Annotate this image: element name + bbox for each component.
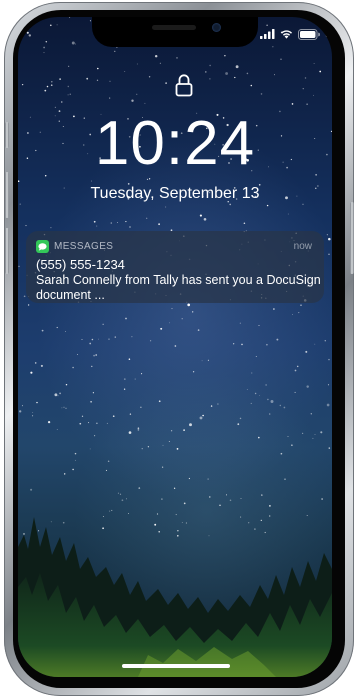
- notification-timestamp: now: [293, 241, 312, 252]
- wifi-icon: [281, 30, 292, 39]
- silent-switch: [5, 122, 9, 148]
- message-notification[interactable]: MESSAGES now (555) 555-1234 Sarah Connel…: [26, 231, 324, 303]
- message-bubble-icon: [36, 240, 49, 253]
- notification-message: Sarah Connelly from Tally has sent you a…: [36, 273, 321, 302]
- volume-down-button: [5, 228, 9, 274]
- battery-icon: [298, 28, 320, 40]
- forest-silhouette: [18, 517, 332, 677]
- lock-icon: [175, 74, 193, 97]
- signal-icon: [260, 29, 275, 39]
- status-bar: [260, 27, 320, 41]
- earpiece-speaker: [152, 25, 196, 30]
- power-button: [350, 202, 354, 274]
- volume-up-button: [5, 172, 9, 218]
- camera-notch: [92, 17, 258, 47]
- home-indicator[interactable]: [122, 664, 230, 668]
- lock-screen[interactable]: 10:24 Tuesday, September 13 MESSAGES now…: [18, 17, 332, 677]
- notification-sender: (555) 555-1234: [36, 257, 125, 272]
- lock-screen-time: 10:24: [94, 109, 256, 178]
- notification-app-name: MESSAGES: [54, 241, 114, 252]
- lock-screen-date: Tuesday, September 13: [90, 185, 260, 202]
- front-camera: [212, 23, 221, 32]
